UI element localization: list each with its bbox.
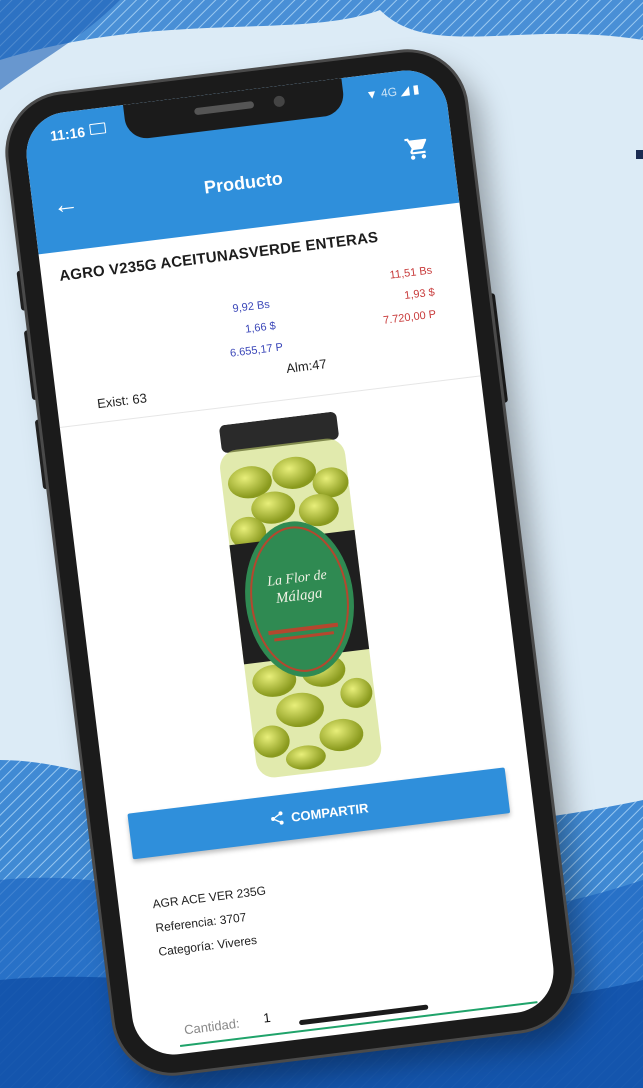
share-button-label: COMPARTIR — [290, 799, 370, 825]
stock-exist: Exist: 63 — [96, 390, 148, 412]
front-camera — [273, 95, 286, 108]
quantity-input[interactable]: 1 — [262, 1010, 271, 1026]
price-bs: 9,92 Bs — [231, 298, 271, 316]
price-usd: 1,66 $ — [244, 320, 277, 336]
network-type: 4G — [380, 84, 398, 101]
phone-screen: 11:16 ▼ 4G ◢ ▮ ← Producto AGRO V235G ACE… — [21, 65, 559, 1060]
share-button[interactable]: COMPARTIR — [127, 767, 511, 860]
price-p: 6.655,17 P — [229, 341, 284, 360]
status-icons: ▼ 4G ◢ ▮ — [365, 82, 420, 102]
speaker — [193, 101, 255, 116]
status-time: 11:16 — [49, 123, 87, 144]
page-title: Producto — [202, 168, 284, 198]
share-icon — [271, 811, 284, 825]
product-reference: Referencia: 3707 — [154, 910, 248, 936]
product-image: La Flor de Málaga — [219, 411, 382, 778]
stock-warehouse: Alm:47 — [285, 356, 328, 376]
laptop-icon — [89, 122, 107, 136]
accent-dash — [636, 150, 643, 159]
cart-icon[interactable] — [403, 134, 432, 163]
signal-icon: ◢ — [399, 82, 411, 99]
quantity-label: Cantidad: — [183, 1015, 241, 1038]
price-bs-alt: 11,51 Bs — [389, 264, 433, 282]
product-short-name: AGR ACE VER 235G — [151, 883, 267, 912]
wifi-icon: ▼ — [364, 86, 379, 103]
battery-icon: ▮ — [411, 81, 421, 97]
price-usd-alt: 1,93 $ — [403, 286, 436, 303]
price-p-alt: 7.720,00 P — [382, 308, 437, 327]
product-category: Categoría: Viveres — [157, 932, 258, 959]
